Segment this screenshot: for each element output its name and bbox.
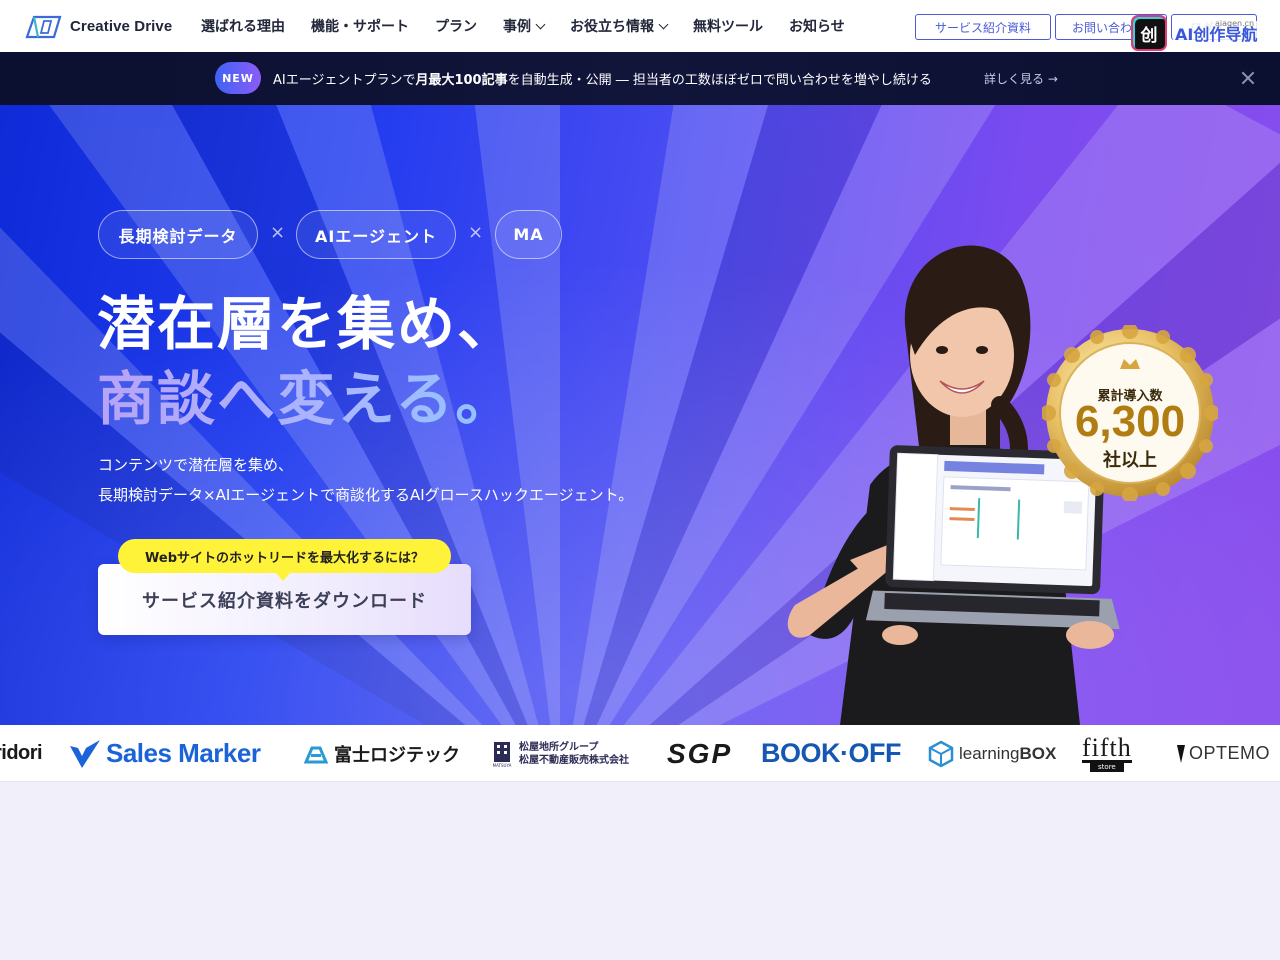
close-icon[interactable] — [1240, 70, 1256, 86]
client-logo-matsuya: MATSUYA 松屋地所グループ 松屋不動産販売株式会社 — [491, 725, 629, 781]
download-materials-button[interactable]: サービス紹介資料 — [915, 14, 1051, 40]
hero-subtext: コンテンツで潜在層を集め、 長期検討データ×AIエージェントで商談化するAIグロ… — [98, 450, 633, 510]
client-logo-text: 松屋不動産販売株式会社 — [519, 754, 629, 766]
client-logo-fuji-logitech: 富士ロジテック — [304, 725, 460, 781]
client-logo-sales-marker: Sales Marker — [68, 725, 261, 781]
cta-speech-bubble: Webサイトのホットリードを最大化するには？ — [118, 539, 451, 581]
announcement-more-link[interactable]: 詳しく見る → — [984, 70, 1058, 87]
award-number: 6,300 — [1074, 397, 1186, 446]
tag-pill-long-term-data: 長期検討データ — [98, 210, 258, 259]
nav-label: 選ばれる理由 — [201, 19, 285, 35]
separator-times: × — [270, 222, 286, 243]
new-badge: NEW — [215, 62, 261, 94]
matsuya-building-icon: MATSUYA — [493, 741, 512, 768]
client-logo-text: SGP — [667, 737, 733, 769]
client-logo-text: fifth — [1082, 732, 1132, 763]
nav-label: 事例 — [503, 19, 531, 35]
announcement-prefix: AIエージェントプランで — [273, 73, 416, 88]
client-logo-text: OPTEMO — [1189, 743, 1271, 763]
hero-subtext-line-2: 長期検討データ×AIエージェントで商談化するAIグロースハックエージェント。 — [98, 486, 634, 504]
nav-label: プラン — [435, 19, 477, 35]
chevron-down-icon — [658, 19, 669, 29]
nav-plans[interactable]: プラン — [435, 16, 477, 36]
separator-times: × — [468, 222, 484, 243]
site-header: Creative Drive 選ばれる理由 機能・サポート プラン 事例 お役立… — [0, 0, 1280, 52]
hero-headline-line-1: 潜在層を集め、 — [97, 290, 518, 358]
client-logo-subtext: store — [1090, 762, 1124, 772]
nav-features[interactable]: 機能・サポート — [311, 16, 409, 36]
nav-reasons[interactable]: 選ばれる理由 — [201, 16, 285, 36]
tag-pill-ai-agent: AIエージェント — [296, 210, 456, 259]
client-logo-text: BOX — [1019, 743, 1057, 763]
announcement-text[interactable]: AIエージェントプランで月最大100記事を自動生成・公開 ― 担当者の工数ほぼゼ… — [273, 69, 932, 88]
chevron-down-icon — [535, 19, 546, 29]
creative-drive-logo-icon — [25, 15, 62, 39]
nav-label: お役立ち情報 — [570, 19, 654, 35]
brand-logo[interactable]: Creative Drive — [24, 13, 172, 39]
svg-text:MATSUYA: MATSUYA — [493, 763, 512, 768]
nav-label: お知らせ — [789, 19, 845, 35]
hero-subtext-line-1: コンテンツで潜在層を集め、 — [98, 456, 294, 474]
announcement-highlight: 月最大100記事 — [415, 73, 508, 88]
nav-label: 無料ツール — [693, 19, 763, 35]
nav-free-tools[interactable]: 無料ツール — [693, 16, 763, 36]
announcement-suffix: を自動生成・公開 ― 担当者の工数ほぼゼロで問い合わせを増やし続ける — [507, 73, 932, 88]
client-logo-learningbox: learningBOX — [928, 725, 1057, 781]
nav-cases[interactable]: 事例 — [503, 16, 546, 36]
client-logo-text: learning — [959, 743, 1020, 763]
client-logo-sgp: SGP — [667, 725, 733, 781]
learningbox-cube-icon — [928, 740, 954, 767]
client-logo-strip: ridori Sales Marker 富士ロジテック MATSUYA 松屋地所… — [0, 725, 1280, 782]
client-logo-text: ridori — [0, 742, 43, 764]
hero-section: 長期検討データ × AIエージェント × MA 潜在層を集め、 商談へ変える。 … — [0, 105, 1280, 725]
main-nav: 選ばれる理由 機能・サポート プラン 事例 お役立ち情報 無料ツール お知らせ — [201, 0, 845, 52]
nav-label: 機能・サポート — [311, 19, 409, 35]
tag-pill-ma: MA — [495, 210, 562, 259]
client-logo-text: Sales Marker — [106, 738, 261, 768]
sales-marker-check-icon — [70, 739, 100, 768]
client-logo-fifth: fifth store — [1082, 725, 1132, 781]
award-suffix: 社以上 — [1103, 450, 1157, 471]
nav-news[interactable]: お知らせ — [789, 16, 845, 36]
ai-nav-sublabel: aiagen.cn — [1215, 19, 1255, 28]
client-logo-text: BOOK·OFF — [761, 738, 901, 768]
fuji-logitech-mark-icon — [304, 746, 328, 763]
announcement-bar: NEW AIエージェントプランで月最大100記事を自動生成・公開 ― 担当者の工… — [0, 52, 1280, 105]
hero-headline-line-2: 商談へ変える。 — [97, 365, 516, 433]
nav-resources[interactable]: お役立ち情報 — [570, 16, 669, 36]
brand-name: Creative Drive — [70, 17, 173, 35]
optemo-mark-icon — [1177, 744, 1185, 763]
ai-nav-badge-icon: 创 — [1131, 15, 1167, 51]
client-logo-text: 富士ロジテック — [334, 744, 460, 766]
client-logo-bookoff: BOOK·OFF — [761, 725, 901, 781]
client-logo-text: 松屋地所グループ — [519, 741, 599, 753]
client-logo-midori: ridori — [0, 725, 43, 781]
client-logo-optemo: OPTEMO — [1176, 725, 1271, 781]
page-below-fold — [0, 782, 1280, 960]
